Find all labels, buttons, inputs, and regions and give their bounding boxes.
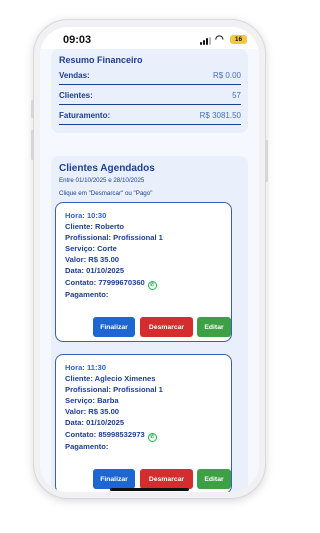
- whatsapp-icon[interactable]: ✆: [147, 281, 157, 290]
- desmarcar-button[interactable]: Desmarcar: [140, 317, 193, 337]
- whatsapp-icon[interactable]: ✆: [147, 433, 157, 442]
- fin-label: Clientes:: [59, 91, 93, 100]
- appt-valor: Valor: R$ 35.00: [65, 255, 120, 264]
- appt-data: Data: 01/10/2025: [65, 418, 125, 427]
- resumo-title: Resumo Financeiro: [59, 55, 143, 65]
- desmarcar-button[interactable]: Desmarcar: [140, 469, 193, 489]
- hint-text: Clique em "Desmarcar" ou "Pago": [59, 190, 153, 197]
- appt-cliente: Cliente: Aglecio Ximenes: [65, 374, 156, 383]
- side-button: [31, 130, 34, 160]
- clientes-agendados-card: Clientes Agendados Entre 01/10/2025 e 28…: [51, 156, 248, 492]
- home-indicator[interactable]: [110, 488, 189, 491]
- status-bar: 09:03 ◠ 16: [40, 27, 259, 49]
- side-button: [31, 100, 34, 118]
- appt-contato: Contato: 85998532973: [65, 430, 145, 439]
- fin-label: Faturamento:: [59, 111, 111, 120]
- appt-servico: Serviço: Barba: [65, 396, 119, 405]
- appt-hora: Hora: 10:30: [65, 211, 107, 220]
- editar-button[interactable]: Editar: [197, 317, 231, 337]
- appt-hora: Hora: 11:30: [65, 363, 106, 372]
- editar-button[interactable]: Editar: [197, 469, 231, 489]
- appt-contato: Contato: 77999670360: [65, 278, 145, 287]
- fin-label: Vendas:: [59, 71, 90, 80]
- battery-icon: 16: [230, 35, 247, 44]
- appt-data: Data: 01/10/2025: [65, 266, 125, 275]
- fin-value: R$ 0.00: [212, 71, 241, 80]
- appt-valor: Valor: R$ 35.00: [65, 407, 120, 416]
- appt-pagamento: Pagamento:: [65, 290, 109, 299]
- finalizar-button[interactable]: Finalizar: [93, 469, 135, 489]
- fin-row-faturamento: Faturamento: R$ 3081.50: [59, 107, 241, 125]
- appointment-card: Hora: 11:30 Cliente: Aglecio Ximenes Pro…: [55, 354, 232, 492]
- fin-row-clientes: Clientes: 57: [59, 87, 241, 105]
- appt-pagamento: Pagamento:: [65, 442, 109, 451]
- fin-value: 57: [232, 91, 241, 100]
- appt-contato-row: Contato: 77999670360 ✆: [65, 278, 157, 290]
- appt-contato-row: Contato: 85998532973 ✆: [65, 430, 157, 442]
- main-content[interactable]: Resumo Financeiro Vendas: R$ 0.00 Client…: [40, 49, 259, 492]
- fin-value: R$ 3081.50: [199, 111, 241, 120]
- side-button: [265, 140, 268, 182]
- fin-row-vendas: Vendas: R$ 0.00: [59, 67, 241, 85]
- appt-servico: Serviço: Corte: [65, 244, 117, 253]
- finalizar-button[interactable]: Finalizar: [93, 317, 135, 337]
- signal-icon: [200, 37, 216, 45]
- status-time: 09:03: [63, 34, 92, 46]
- date-range: Entre 01/10/2025 e 28/10/2025: [59, 177, 145, 184]
- appt-profissional: Profissional: Profissional 1: [65, 385, 163, 394]
- resumo-financeiro-card: Resumo Financeiro Vendas: R$ 0.00 Client…: [51, 49, 248, 133]
- appointment-card: Hora: 10:30 Cliente: Roberto Profissiona…: [55, 202, 232, 342]
- phone-screen: 09:03 ◠ 16 Resumo Financeiro Vendas: R$ …: [40, 27, 259, 492]
- wifi-icon: ◠: [215, 34, 224, 45]
- agendados-title: Clientes Agendados: [59, 163, 155, 174]
- appt-profissional: Profissional: Profissional 1: [65, 233, 163, 242]
- appt-cliente: Cliente: Roberto: [65, 222, 125, 231]
